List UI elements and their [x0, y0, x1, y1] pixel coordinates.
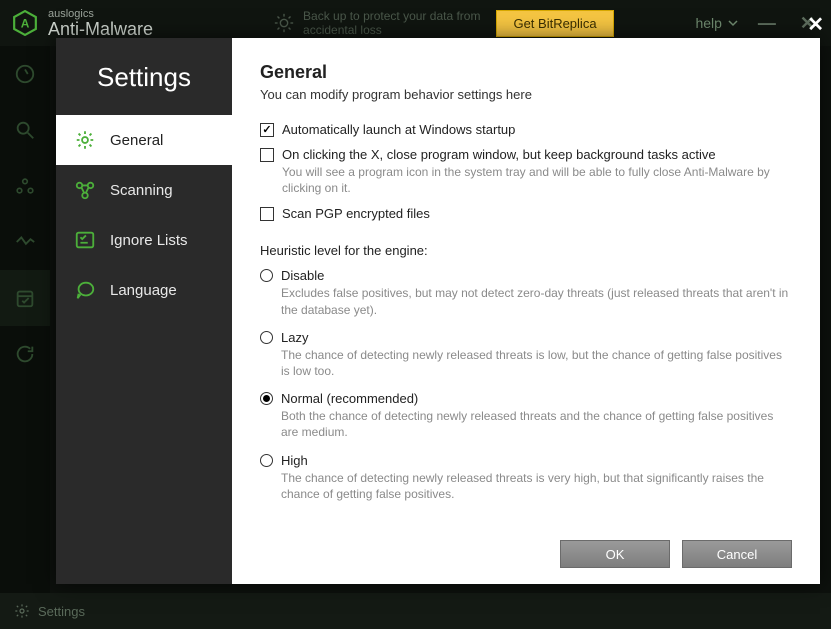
- radio-description: Excludes false positives, but may not de…: [281, 285, 792, 317]
- checkbox-description: You will see a program icon in the syste…: [282, 164, 792, 196]
- radio-disable[interactable]: Disable: [260, 268, 792, 283]
- heuristic-section-label: Heuristic level for the engine:: [260, 243, 792, 258]
- modal-close-button[interactable]: ✕: [807, 12, 824, 37]
- settings-title: Settings: [56, 38, 232, 115]
- sidebar-label-general: General: [110, 132, 163, 149]
- checkbox-icon: [260, 207, 274, 221]
- nodes-icon: [74, 179, 96, 201]
- radio-icon: [260, 269, 273, 282]
- cancel-button[interactable]: Cancel: [682, 540, 792, 568]
- radio-high[interactable]: High: [260, 453, 792, 468]
- radio-label: Lazy: [281, 330, 308, 345]
- sidebar-label-ignore: Ignore Lists: [110, 232, 188, 249]
- checkbox-label: Automatically launch at Windows startup: [282, 122, 515, 137]
- radio-description: The chance of detecting newly released t…: [281, 347, 792, 379]
- sidebar-item-ignore-lists[interactable]: Ignore Lists: [56, 215, 232, 265]
- page-title: General: [260, 62, 792, 83]
- radio-label: High: [281, 453, 308, 468]
- radio-icon: [260, 454, 273, 467]
- radio-label: Normal (recommended): [281, 391, 418, 406]
- ok-button[interactable]: OK: [560, 540, 670, 568]
- checkbox-close-background[interactable]: On clicking the X, close program window,…: [260, 147, 792, 162]
- sidebar-item-scanning[interactable]: Scanning: [56, 165, 232, 215]
- radio-lazy[interactable]: Lazy: [260, 330, 792, 345]
- modal-overlay: ✕ Settings General Scanning Ignore Lists…: [0, 0, 831, 629]
- radio-normal[interactable]: Normal (recommended): [260, 391, 792, 406]
- settings-modal: ✕ Settings General Scanning Ignore Lists…: [56, 38, 820, 584]
- checkbox-icon: [260, 123, 274, 137]
- sidebar-label-scanning: Scanning: [110, 182, 173, 199]
- sidebar-label-language: Language: [110, 282, 177, 299]
- page-subtitle: You can modify program behavior settings…: [260, 87, 792, 102]
- radio-description: The chance of detecting newly released t…: [281, 470, 792, 502]
- checkbox-scan-pgp[interactable]: Scan PGP encrypted files: [260, 206, 792, 221]
- checkbox-label: Scan PGP encrypted files: [282, 206, 430, 221]
- sidebar-item-language[interactable]: Language: [56, 265, 232, 315]
- settings-sidebar: Settings General Scanning Ignore Lists L…: [56, 38, 232, 584]
- checkbox-icon: [260, 148, 274, 162]
- settings-content: General You can modify program behavior …: [232, 38, 820, 584]
- radio-icon: [260, 392, 273, 405]
- speech-icon: [74, 279, 96, 301]
- radio-label: Disable: [281, 268, 324, 283]
- gear-icon: [74, 129, 96, 151]
- checkbox-launch-startup[interactable]: Automatically launch at Windows startup: [260, 122, 792, 137]
- checkbox-label: On clicking the X, close program window,…: [282, 147, 716, 162]
- radio-description: Both the chance of detecting newly relea…: [281, 408, 792, 440]
- list-check-icon: [74, 229, 96, 251]
- sidebar-item-general[interactable]: General: [56, 115, 232, 165]
- radio-icon: [260, 331, 273, 344]
